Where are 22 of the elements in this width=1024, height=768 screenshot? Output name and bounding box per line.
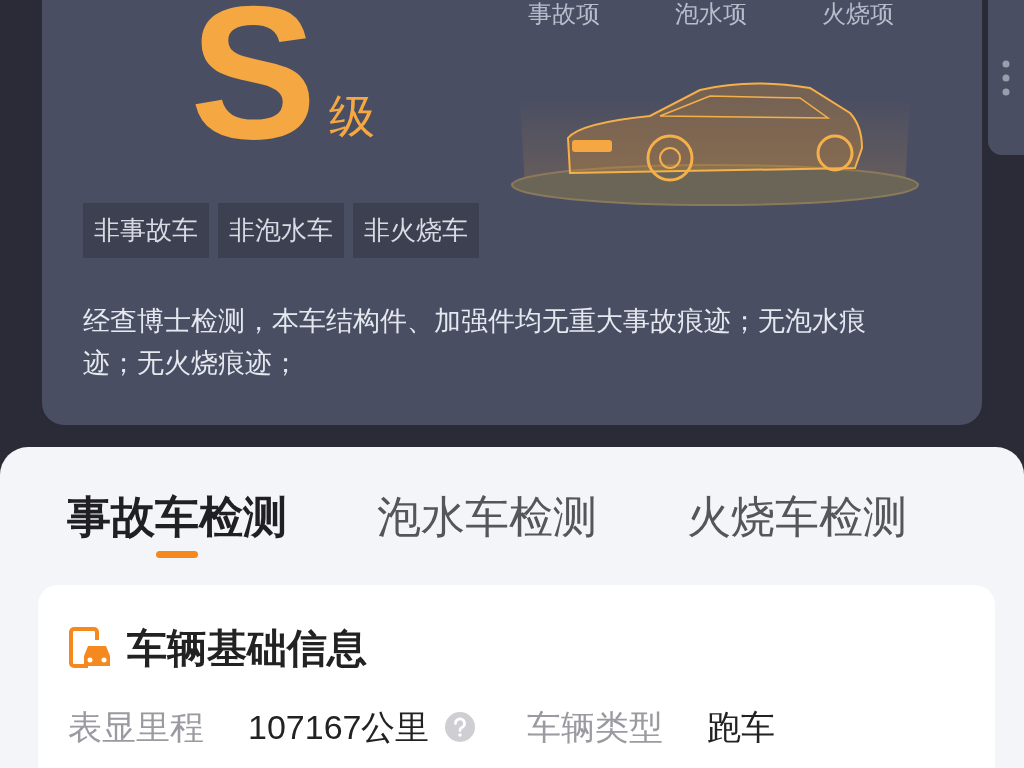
tab[interactable]: 事故车检测 (22, 491, 332, 558)
more-icon (1002, 59, 1010, 96)
status-tag: 非泡水车 (218, 203, 344, 258)
field-label: 车辆类型 (527, 707, 664, 748)
section-title: 车辆基础信息 (127, 625, 367, 672)
help-icon[interactable] (445, 712, 476, 742)
tab-indicator (156, 551, 198, 558)
check-item-label: 事故项 (528, 0, 600, 28)
field-value: 跑车 (707, 707, 775, 748)
status-tag: 非事故车 (83, 203, 209, 258)
check-item-label: 泡水项 (675, 0, 747, 28)
field-value: 107167公里 (248, 707, 430, 748)
side-handle[interactable] (988, 0, 1024, 155)
tab[interactable]: 泡水车检测 (332, 491, 642, 558)
field-label: 表显里程 (68, 707, 205, 748)
car-document-icon (68, 626, 112, 670)
check-item-label: 火烧项 (822, 0, 894, 28)
summary-text: 经查博士检测，本车结构件、加强件均无重大事故痕迹；无泡水痕迹；无火烧痕迹； (83, 305, 867, 380)
status-tag: 非火烧车 (353, 203, 479, 258)
grade-letter: S (190, 0, 317, 167)
grade-suffix: 级 (328, 93, 375, 139)
tab[interactable]: 火烧车检测 (642, 491, 952, 558)
